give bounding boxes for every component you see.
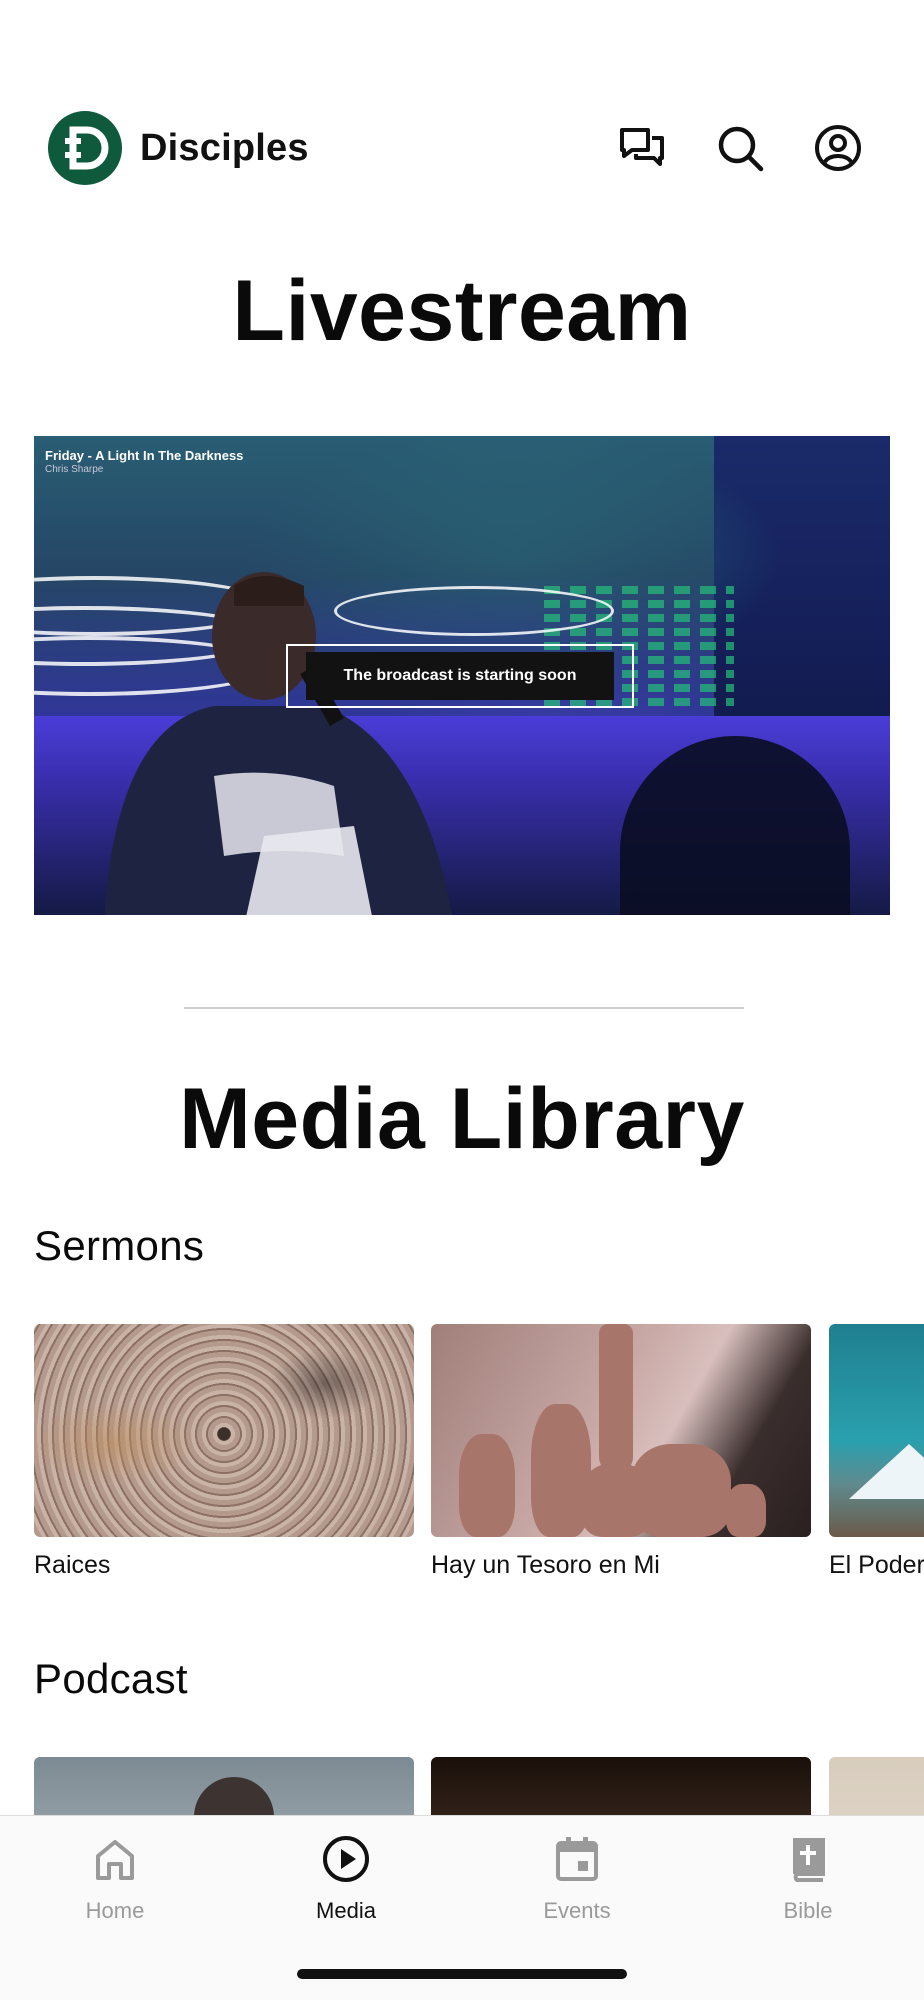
sermon-title: El Poder	[829, 1551, 924, 1579]
sermon-thumbnail	[34, 1324, 414, 1537]
chat-button[interactable]	[618, 124, 666, 172]
stream-title: Friday - A Light In The Darkness	[45, 448, 244, 463]
sermon-thumbnail	[829, 1324, 924, 1537]
sermons-carousel[interactable]: Raices Hay un Tesoro en Mi El Poder	[34, 1324, 924, 1584]
tab-label: Media	[316, 1898, 376, 1923]
bible-icon	[793, 1838, 825, 1882]
sermon-title: Raices	[34, 1551, 111, 1579]
livestream-player[interactable]: Friday - A Light In The Darkness Chris S…	[34, 436, 890, 915]
sermon-card[interactable]: El Poder	[829, 1324, 924, 1580]
account-icon	[815, 125, 861, 171]
home-icon	[96, 1840, 134, 1880]
tab-home[interactable]: Home	[45, 1834, 185, 1924]
app-title: Disciples	[140, 126, 309, 169]
sermon-thumbnail	[431, 1324, 811, 1537]
broadcast-overlay: The broadcast is starting soon	[286, 644, 634, 708]
sermon-title: Hay un Tesoro en Mi	[431, 1551, 660, 1579]
chat-bubbles-icon	[620, 128, 664, 166]
app-logo[interactable]	[48, 111, 122, 185]
tab-events[interactable]: Events	[507, 1834, 647, 1924]
search-button[interactable]	[716, 124, 764, 172]
livestream-heading: Livestream	[232, 263, 692, 359]
disciples-logo-icon	[65, 126, 109, 170]
broadcast-message: The broadcast is starting soon	[306, 652, 614, 700]
calendar-icon	[556, 1837, 598, 1881]
home-indicator[interactable]	[297, 1969, 627, 1979]
play-circle-icon	[323, 1836, 369, 1882]
tab-label: Home	[85, 1898, 145, 1923]
tab-label: Bible	[783, 1898, 833, 1923]
singer-silhouette	[104, 572, 452, 915]
section-divider	[184, 1007, 744, 1009]
header-actions	[618, 124, 862, 172]
account-button[interactable]	[814, 124, 862, 172]
tab-media[interactable]: Media	[276, 1834, 416, 1924]
tab-label: Events	[543, 1898, 611, 1923]
podcast-heading: Podcast	[34, 1655, 188, 1702]
media-library-heading: Media Library	[179, 1071, 745, 1167]
search-icon	[718, 126, 764, 172]
sermon-card[interactable]: Raices	[34, 1324, 414, 1580]
app-header: Disciples	[48, 108, 862, 188]
sermon-card[interactable]: Hay un Tesoro en Mi	[431, 1324, 811, 1580]
tab-bible[interactable]: Bible	[738, 1834, 878, 1924]
stream-speaker: Chris Sharpe	[45, 464, 104, 475]
sermons-heading: Sermons	[34, 1222, 205, 1269]
